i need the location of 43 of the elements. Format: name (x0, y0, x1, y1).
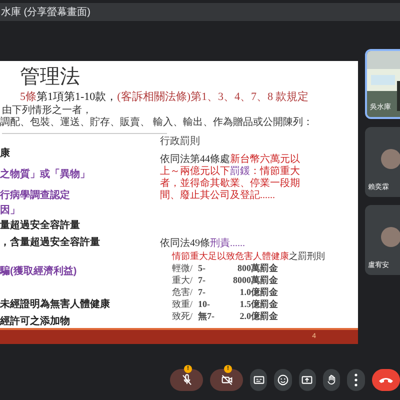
section-heading: 依同法49條刑責...... (160, 238, 246, 250)
present-button[interactable] (298, 369, 316, 391)
penalty-paragraph: 依同法第44條處新台幣六萬元以上～兩億元以下罰鍰：情節重大者，並得命其歇業、停業一段期間、廢止其公司及登記...... (160, 154, 301, 202)
section-subheading: 情節重大足以致危害人體健康之罰刑則 (170, 250, 326, 262)
table-cell-text: 無7- (198, 310, 216, 322)
table-cell-text: 1.0億罰金 (238, 286, 278, 298)
more-options-button[interactable] (347, 369, 365, 391)
slide-text: 行病學調查認定 (0, 190, 71, 202)
table-cell-text: 1.5億罰金 (238, 298, 278, 310)
raise-hand-button[interactable] (323, 369, 340, 391)
slide-text: 量超過安全容許量 (0, 220, 81, 232)
table-cell-text: 800萬罰金 (236, 262, 278, 274)
slide-text: 之物質」或「異物」 (0, 168, 91, 181)
slide-title: 管理法 (20, 65, 81, 89)
avatar-icon (381, 149, 400, 169)
table-cell-text: 7- (198, 274, 206, 286)
table-cell-text: 10- (198, 298, 211, 310)
slide-text: 經許可之添加物 (0, 316, 71, 328)
table-cell-text: 重大/ (172, 274, 194, 286)
phone-icon (378, 376, 393, 384)
slide-text: 騙(獲取經濟利益) (0, 266, 78, 278)
slide-text: 因」 (0, 204, 21, 217)
avatar-icon (381, 227, 400, 247)
table-cell-text: 危害/ (172, 286, 194, 298)
table-cell-text: 5- (198, 262, 206, 274)
slide-text: 未經證明為無害人體健康 (0, 298, 111, 311)
slide-text: 康 (0, 148, 11, 160)
table-cell-text: 輕微/ (172, 262, 194, 274)
captions-button[interactable] (250, 369, 268, 391)
slide-subtitle: 5條第1項第1-10款，(客訴相關法條)第1、3、4、7、8 款規定 (20, 90, 310, 104)
slide-text: ，含量超過安全容許量 (0, 236, 101, 249)
table-cell-text: 8000萬罰金 (232, 274, 278, 286)
table-cell-text: 2.0億罰金 (238, 310, 278, 322)
more-icon (354, 373, 358, 387)
table-cell-text: 致重/ (172, 298, 194, 310)
table-cell-text: 7- (198, 286, 206, 298)
emoji-button[interactable] (274, 369, 292, 391)
section-heading: 行政罰則 (160, 136, 201, 148)
slide-text: 調配、包裝、運送、貯存、販賣、 輸入、輸出、作為贈品或公開陳列： (0, 117, 314, 129)
slide-text: 由下列情形之一者， (1, 105, 93, 116)
table-cell-text: 致死/ (172, 310, 194, 322)
presenter-label: 水庫 (分享螢幕畫面) (1, 6, 90, 20)
leave-call-button[interactable] (372, 369, 400, 391)
